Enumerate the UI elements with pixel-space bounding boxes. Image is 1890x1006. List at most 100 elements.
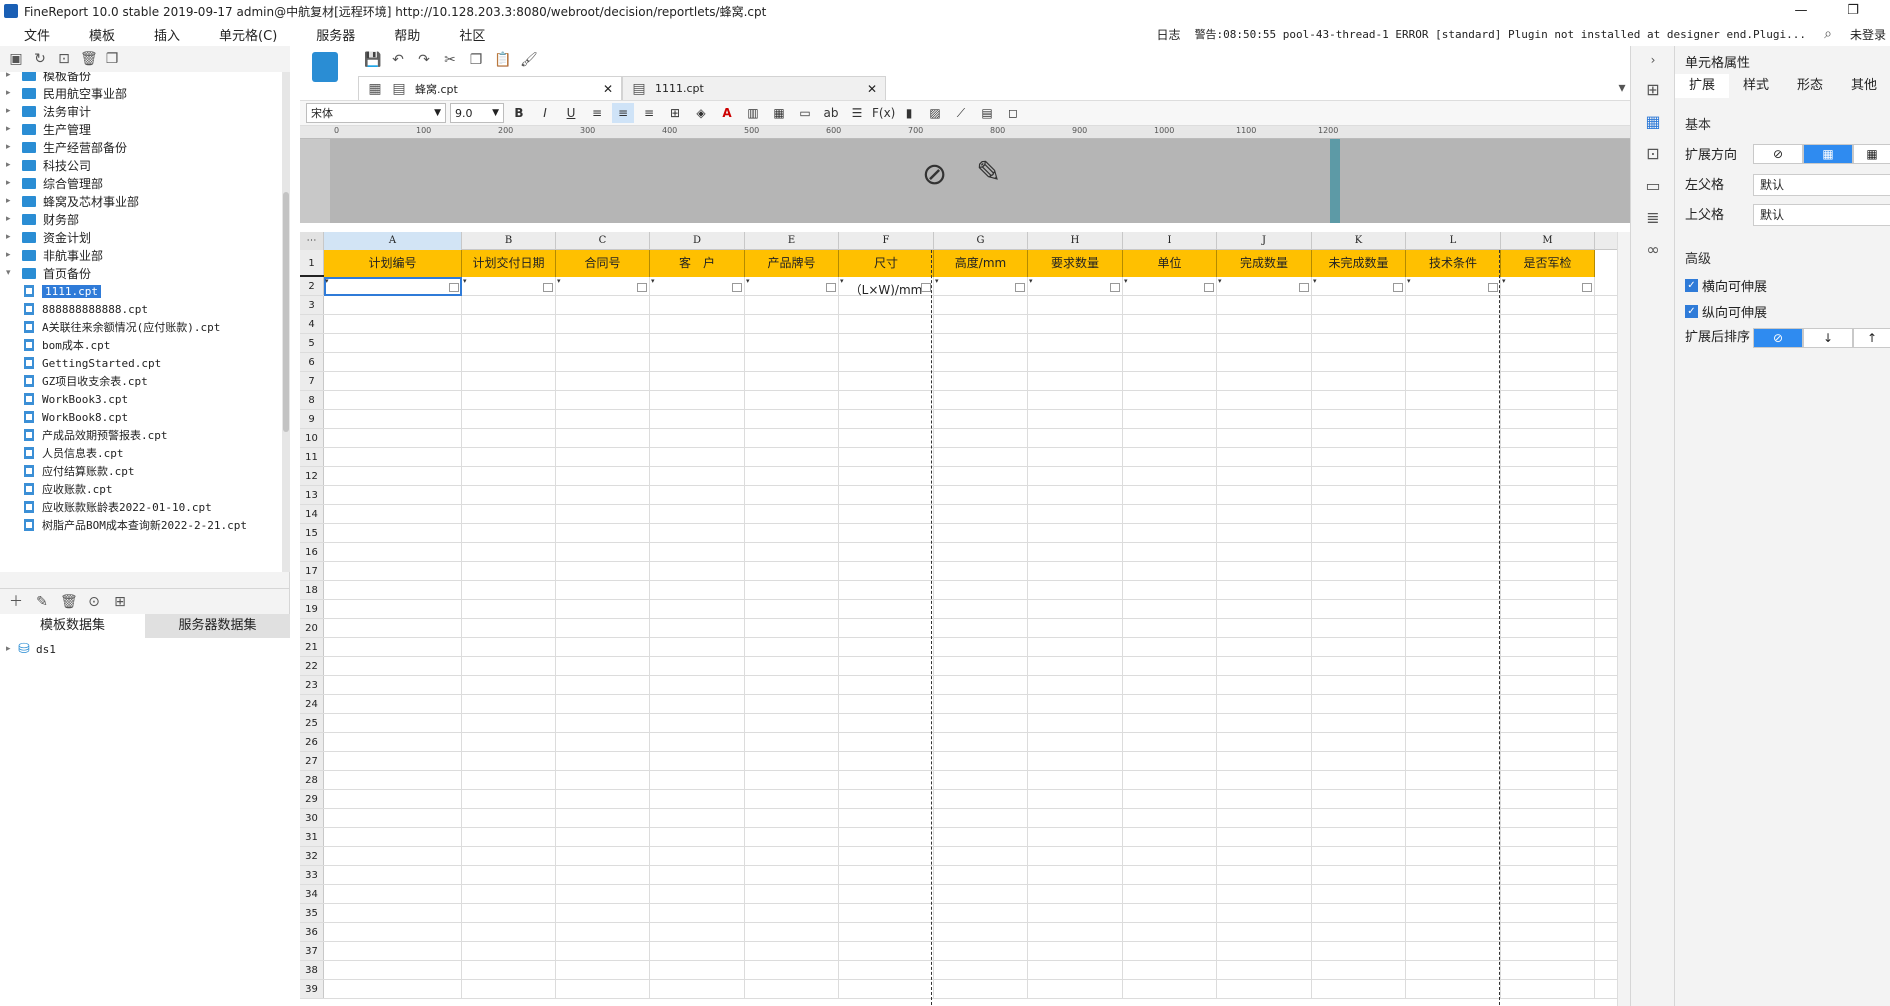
row-number[interactable]: 19 <box>300 600 324 618</box>
grid-cell[interactable] <box>324 581 462 600</box>
row-number[interactable]: 12 <box>300 467 324 485</box>
grid-cell[interactable] <box>934 619 1028 638</box>
grid-cell[interactable] <box>1595 657 1617 676</box>
grid-cell[interactable] <box>1595 638 1617 657</box>
grid-cell[interactable]: ▾ <box>839 277 934 296</box>
grid-cell[interactable] <box>839 771 934 790</box>
grid-cell[interactable] <box>650 353 745 372</box>
grid-cell[interactable] <box>1406 790 1501 809</box>
grid-cell[interactable] <box>1595 752 1617 771</box>
grid-cell[interactable] <box>1312 467 1406 486</box>
grid-cell[interactable] <box>324 486 462 505</box>
italic-button[interactable]: I <box>534 103 556 123</box>
grid-cell[interactable] <box>839 847 934 866</box>
grid-cell[interactable] <box>462 828 556 847</box>
locate-icon[interactable]: ⊡ <box>56 51 72 67</box>
grid-cell[interactable]: ▾ <box>1217 277 1312 296</box>
grid-cell[interactable] <box>839 410 934 429</box>
add-dataset-icon[interactable]: ＋ <box>8 594 24 610</box>
grid-cell[interactable] <box>462 562 556 581</box>
grid-cell[interactable] <box>839 619 934 638</box>
grid-cell[interactable] <box>1501 790 1595 809</box>
grid-cell[interactable] <box>1217 543 1312 562</box>
restore-button[interactable]: ❐ <box>1830 0 1876 22</box>
grid-cell[interactable] <box>556 828 650 847</box>
grid-cell[interactable] <box>745 315 839 334</box>
grid-cell[interactable] <box>462 486 556 505</box>
grid-cell[interactable] <box>1217 315 1312 334</box>
grid-cell[interactable] <box>1123 923 1217 942</box>
grid-cell[interactable] <box>1217 353 1312 372</box>
grid-cell[interactable] <box>650 961 745 980</box>
grid-cell[interactable] <box>934 581 1028 600</box>
grid-cell[interactable] <box>556 923 650 942</box>
grid-cell[interactable] <box>1028 600 1123 619</box>
row-number[interactable]: 25 <box>300 714 324 732</box>
grid-cell[interactable] <box>1217 562 1312 581</box>
grid-cell[interactable] <box>934 790 1028 809</box>
col-header-g[interactable]: G <box>934 232 1028 250</box>
grid-cell[interactable] <box>324 847 462 866</box>
grid-cell[interactable] <box>1406 448 1501 467</box>
grid-cell[interactable] <box>1406 942 1501 961</box>
row-number[interactable]: 4 <box>300 315 324 333</box>
grid-cell[interactable] <box>745 847 839 866</box>
grid-cell[interactable] <box>1028 638 1123 657</box>
grid-cell[interactable] <box>324 714 462 733</box>
grid-cell[interactable] <box>1595 372 1617 391</box>
grid-cell[interactable] <box>745 828 839 847</box>
grid-cell[interactable]: ▾ <box>1028 277 1123 296</box>
grid-cell[interactable] <box>745 885 839 904</box>
grid-cell[interactable] <box>1501 467 1595 486</box>
grid-cell[interactable] <box>1312 961 1406 980</box>
grid-cell[interactable] <box>556 505 650 524</box>
grid-cell[interactable] <box>934 733 1028 752</box>
grid-cell[interactable] <box>1123 695 1217 714</box>
copy-icon[interactable]: ❐ <box>104 51 120 67</box>
grid-cell[interactable] <box>1406 771 1501 790</box>
row-number[interactable]: 11 <box>300 448 324 466</box>
grid-cell[interactable] <box>650 980 745 999</box>
grid-cell[interactable] <box>1217 467 1312 486</box>
grid-cell[interactable] <box>839 429 934 448</box>
grid-cell[interactable] <box>1312 752 1406 771</box>
grid-cell[interactable] <box>934 391 1028 410</box>
tree-file[interactable]: GettingStarted.cpt <box>0 354 161 372</box>
grid-cell[interactable] <box>745 372 839 391</box>
grid-cell[interactable] <box>1217 296 1312 315</box>
grid-cell[interactable] <box>324 828 462 847</box>
grid-cell[interactable] <box>1312 486 1406 505</box>
grid-cell[interactable] <box>934 676 1028 695</box>
row-number[interactable]: 26 <box>300 733 324 751</box>
grid-cell[interactable] <box>1595 790 1617 809</box>
tree-folder[interactable]: ▸ 蜂窝及芯材事业部 <box>0 192 139 210</box>
edit-icon[interactable]: ✎ <box>34 594 50 610</box>
grid-cell[interactable] <box>1406 695 1501 714</box>
vertical-expand-checkbox[interactable]: ✓ 纵向可伸展 <box>1685 302 1767 321</box>
grid-cell[interactable] <box>462 847 556 866</box>
grid-cell[interactable] <box>650 904 745 923</box>
grid-cell[interactable] <box>556 353 650 372</box>
grid-cell[interactable] <box>1028 372 1123 391</box>
cell-attribute-icon[interactable]: ▦ <box>1645 114 1661 130</box>
grid-cell[interactable]: ▾ <box>1123 277 1217 296</box>
menu-template[interactable]: 模板 <box>65 25 130 44</box>
header-cell[interactable]: 高度/mm <box>934 250 1028 277</box>
grid-cell[interactable] <box>1501 600 1595 619</box>
grid-cell[interactable] <box>1028 581 1123 600</box>
grid-cell[interactable] <box>650 885 745 904</box>
grid-cell[interactable] <box>1217 752 1312 771</box>
tree-file[interactable]: A关联往来余额情况(应付账款).cpt <box>0 318 220 336</box>
expand-arrow-icon[interactable]: ▸ <box>6 644 16 654</box>
grid-cell[interactable] <box>1312 391 1406 410</box>
col-header-m[interactable]: M <box>1501 232 1595 250</box>
grid-cell[interactable] <box>934 885 1028 904</box>
hide-icon[interactable]: ⊘ <box>922 157 947 192</box>
grid-cell[interactable] <box>1595 733 1617 752</box>
grid-cell[interactable] <box>1406 752 1501 771</box>
grid-cell[interactable] <box>324 334 462 353</box>
grid-cell[interactable] <box>1595 695 1617 714</box>
grid-cell[interactable] <box>650 847 745 866</box>
grid-cell[interactable] <box>462 980 556 999</box>
preview-icon[interactable]: ⊙ <box>86 594 102 610</box>
